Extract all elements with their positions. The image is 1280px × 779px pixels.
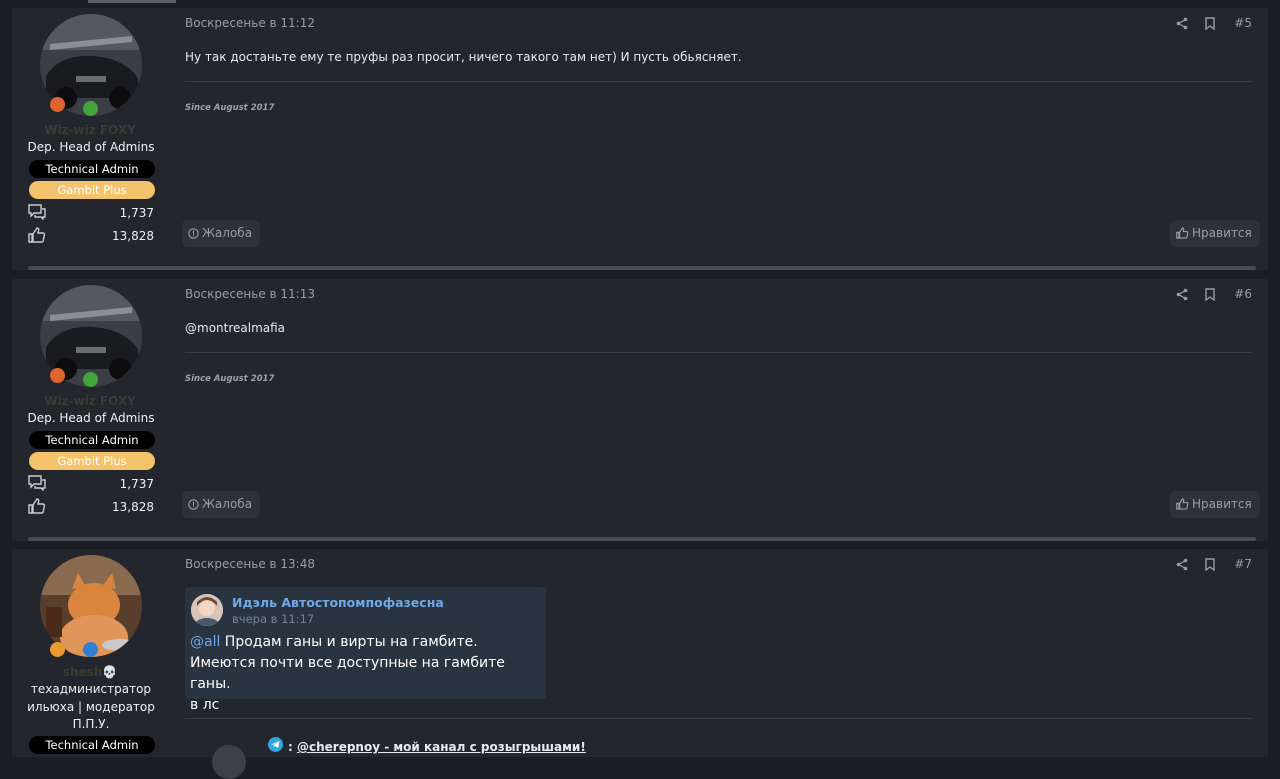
info-circle-icon	[188, 228, 199, 239]
thumbs-up-icon	[1176, 227, 1189, 239]
quote-line-1: @all Продам ганы и вирты на гамбите.	[190, 634, 478, 650]
like-label: Нравится	[1192, 497, 1252, 511]
quote-author-name[interactable]: Идэль Автостопомпофазесна	[232, 595, 444, 610]
reactions-stat: 13,828	[28, 227, 156, 245]
report-button[interactable]: Жалоба	[182, 220, 261, 247]
messages-stat: 1,737	[28, 204, 156, 222]
post-content: Ну так достаньте ему те пруфы раз просит…	[185, 50, 742, 64]
post-actions: #5	[1172, 16, 1252, 32]
post-date[interactable]: Воскресенье в 13:48	[185, 557, 315, 571]
thumbs-up-icon	[1176, 498, 1189, 510]
medal-badge-icon	[50, 97, 65, 112]
signature-text: Since August 2017	[185, 374, 275, 384]
share-icon[interactable]	[1176, 17, 1188, 30]
reactions-count: 13,828	[112, 229, 154, 243]
mention-link[interactable]: @all	[190, 634, 220, 650]
username[interactable]: Wiz-wiz FOXY	[12, 123, 168, 137]
medal-badge-icon	[50, 368, 65, 383]
post-7: shesh💀 техадминистратор ильюха | модерат…	[12, 549, 1268, 779]
messages-count: 1,737	[119, 206, 154, 220]
post-divider	[28, 266, 1256, 270]
messages-icon	[28, 204, 46, 220]
messages-count: 1,737	[119, 477, 154, 491]
shield-badge-icon	[83, 101, 98, 116]
like-button[interactable]: Нравится	[1170, 220, 1260, 247]
telegram-signature: : @cherepnoy - мой канал с розыгрышами!	[288, 740, 586, 754]
share-icon[interactable]	[1176, 288, 1188, 301]
quoted-message: Идэль Автостопомпофазесна вчера в 11:17 …	[185, 587, 546, 713]
post-number[interactable]: #7	[1234, 557, 1252, 571]
info-circle-icon	[188, 499, 199, 510]
post-number[interactable]: #5	[1234, 16, 1252, 30]
signature-divider	[185, 718, 1252, 719]
quote-line-2: Имеются почти все доступные на гамбите г…	[190, 655, 505, 692]
user-title-line-3: П.П.У.	[72, 717, 110, 731]
thumbs-up-icon	[28, 498, 46, 514]
report-label: Жалоба	[202, 497, 253, 511]
like-button[interactable]: Нравится	[1170, 491, 1260, 518]
signature-divider	[185, 81, 1252, 82]
post-date[interactable]: Воскресенье в 11:13	[185, 287, 315, 301]
post-actions: #7	[1172, 557, 1252, 573]
signature-divider	[185, 352, 1252, 353]
telegram-icon	[268, 737, 283, 752]
bookmark-icon[interactable]	[1205, 558, 1215, 571]
shield-badge-icon	[83, 642, 98, 657]
post-divider	[28, 537, 1256, 541]
role-banner: Technical Admin	[29, 736, 155, 754]
medal-badge-icon	[50, 642, 65, 657]
quote-text: @all Продам ганы и вирты на гамбите. Име…	[190, 632, 546, 716]
reactions-stat: 13,828	[28, 498, 156, 516]
report-button[interactable]: Жалоба	[182, 491, 261, 518]
post-6: Wiz-wiz FOXY Dep. Head of Admins Technic…	[12, 279, 1268, 541]
plan-banner: Gambit Plus	[29, 452, 155, 470]
role-banner: Technical Admin	[29, 160, 155, 178]
user-title: Dep. Head of Admins	[27, 140, 155, 154]
active-tab-indicator	[88, 0, 176, 3]
post-date[interactable]: Воскресенье в 11:12	[185, 16, 315, 30]
post-5: Wiz-wiz FOXY Dep. Head of Admins Technic…	[12, 8, 1268, 270]
signature-avatar	[212, 745, 246, 779]
user-title: Dep. Head of Admins	[27, 411, 155, 425]
signature-text: Since August 2017	[185, 103, 275, 113]
user-title-line-1: техадминистратор	[30, 682, 152, 696]
plan-banner: Gambit Plus	[29, 181, 155, 199]
quote-line-3: в лс	[190, 697, 220, 713]
messages-stat: 1,737	[28, 475, 156, 493]
share-icon[interactable]	[1176, 558, 1188, 571]
report-label: Жалоба	[202, 226, 253, 240]
messages-icon	[28, 475, 46, 491]
post-content: @montrealmafia	[185, 321, 286, 335]
user-title-line-2: ильюха | модератор	[27, 700, 155, 714]
username[interactable]: Wiz-wiz FOXY	[12, 394, 168, 408]
thumbs-up-icon	[28, 227, 46, 243]
role-banner: Technical Admin	[29, 431, 155, 449]
quote-time: вчера в 11:17	[232, 612, 315, 626]
post-number[interactable]: #6	[1234, 287, 1252, 301]
username[interactable]: shesh💀	[12, 665, 168, 679]
post-actions: #6	[1172, 287, 1252, 303]
telegram-channel-link[interactable]: @cherepnoy - мой канал с розыгрышами!	[297, 740, 586, 754]
shield-badge-icon	[83, 372, 98, 387]
bookmark-icon[interactable]	[1205, 288, 1215, 301]
reactions-count: 13,828	[112, 500, 154, 514]
bookmark-icon[interactable]	[1205, 17, 1215, 30]
like-label: Нравится	[1192, 226, 1252, 240]
quote-author-avatar	[191, 594, 223, 626]
